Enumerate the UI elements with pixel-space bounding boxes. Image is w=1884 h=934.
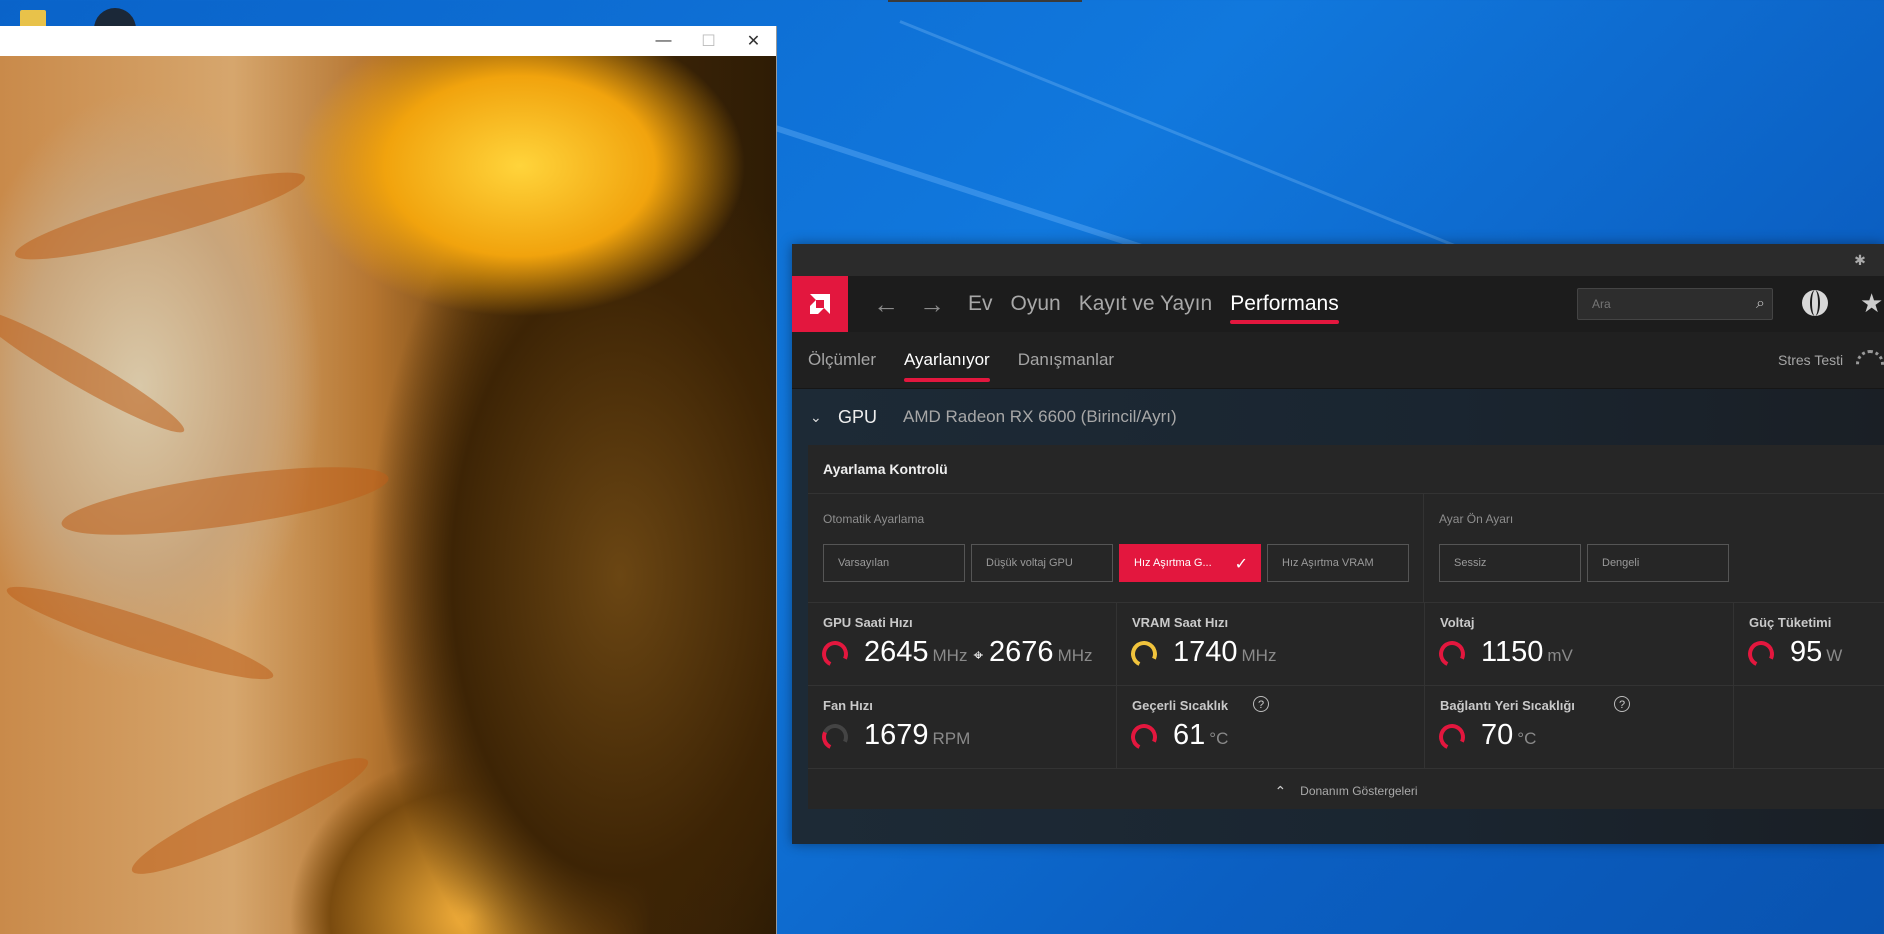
auto-tuning-section: Otomatik Ayarlama Varsayılan Düşük volta… — [808, 494, 1424, 603]
nav-item-kayit[interactable]: Kayıt ve Yayın — [1079, 276, 1212, 332]
vram-unit: MHz — [1241, 646, 1277, 665]
gauge-icon[interactable] — [1856, 350, 1884, 365]
junction-temp-metric: Bağlantı Yeri Sıcaklığı ? 70 °C — [1425, 686, 1734, 769]
nav-item-performans[interactable]: Performans — [1230, 276, 1339, 332]
voltage-unit: mV — [1547, 646, 1573, 665]
gpu-clock-unit2: MHz — [1057, 646, 1093, 665]
auto-tuning-title: Otomatik Ayarlama — [823, 512, 925, 526]
check-icon: ✓ — [1234, 556, 1248, 573]
help-icon[interactable]: ? — [1253, 696, 1269, 712]
overclock-gpu-button[interactable]: Hız Aşırtma G... ✓ — [1119, 544, 1261, 582]
temperature-metric: Geçerli Sıcaklık ? 61 °C — [1117, 686, 1425, 769]
back-arrow-icon[interactable]: ← — [868, 289, 904, 320]
default-button[interactable]: Varsayılan — [823, 544, 965, 582]
power-unit: W — [1826, 646, 1843, 665]
junction-gauge-icon — [1435, 720, 1469, 754]
maximize-icon[interactable]: ☐ — [686, 26, 731, 56]
forward-arrow-icon[interactable]: → — [914, 289, 950, 320]
vram-number: 1740 — [1173, 636, 1238, 668]
search-input[interactable] — [1578, 296, 1749, 312]
vram-clock-metric: VRAM Saat Hızı 1740 MHz — [1117, 603, 1425, 686]
temp-value: 61 °C — [1173, 719, 1228, 752]
temp-unit: °C — [1209, 729, 1229, 748]
empty-metric-slot — [1734, 686, 1884, 769]
voltage-label: Voltaj — [1440, 615, 1475, 630]
hardware-indicators-toggle[interactable]: ⌃ Donanım Göstergeleri — [808, 773, 1884, 809]
gpu-clock-metric: GPU Saati Hızı 2645 MHz ⌖ 2676 MHz — [808, 603, 1117, 686]
nav-item-ev[interactable]: Ev — [968, 276, 993, 332]
range-icon: ⌖ — [973, 646, 984, 665]
voltage-number: 1150 — [1481, 636, 1544, 668]
balanced-button[interactable]: Dengeli — [1587, 544, 1729, 582]
hardware-indicators-label: Donanım Göstergeleri — [1300, 784, 1418, 798]
amd-titlebar: ✱ — [792, 244, 1884, 276]
voltage-gauge-icon — [1435, 637, 1469, 671]
overclock-vram-button[interactable]: Hız Aşırtma VRAM — [1267, 544, 1409, 582]
search-box[interactable]: ⌕ — [1577, 288, 1773, 320]
power-value: 95 W — [1790, 636, 1842, 669]
fan-speed-metric: Fan Hızı 1679 RPM — [808, 686, 1117, 769]
temp-gauge-icon — [1127, 720, 1161, 754]
sub-nav: Ölçümler Ayarlanıyor Danışmanlar Stres T… — [792, 332, 1884, 389]
quiet-button[interactable]: Sessiz — [1439, 544, 1581, 582]
voltage-value: 1150 mV — [1481, 636, 1573, 669]
junction-unit: °C — [1517, 729, 1537, 748]
fan-number: 1679 — [864, 719, 929, 751]
bug-report-icon[interactable]: ✱ — [1852, 252, 1868, 268]
gpu-clock-min: 2645 — [864, 636, 929, 668]
preset-title: Ayar Ön Ayarı — [1439, 512, 1514, 526]
fan-label: Fan Hızı — [823, 698, 873, 713]
power-number: 95 — [1790, 636, 1823, 668]
panel-title: Ayarlama Kontrolü — [808, 445, 1884, 494]
tuning-body: ⌄ GPU AMD Radeon RX 6600 (Birincil/Ayrı)… — [792, 389, 1884, 844]
gpu-label: GPU — [838, 406, 878, 427]
close-icon[interactable]: ✕ — [731, 26, 776, 56]
temp-label: Geçerli Sıcaklık — [1132, 698, 1229, 713]
nav-item-oyun[interactable]: Oyun — [1011, 276, 1061, 332]
gpu-header[interactable]: ⌄ GPU AMD Radeon RX 6600 (Birincil/Ayrı) — [792, 389, 1884, 445]
tab-olcumler[interactable]: Ölçümler — [808, 332, 876, 388]
voltage-metric: Voltaj 1150 mV — [1425, 603, 1734, 686]
minimize-icon[interactable]: — — [641, 26, 686, 56]
gpu-name: AMD Radeon RX 6600 (Birincil/Ayrı) — [903, 407, 1177, 426]
globe-icon[interactable] — [1802, 290, 1828, 316]
junction-value: 70 °C — [1481, 719, 1536, 752]
gpu-clock-gauge-icon — [818, 637, 852, 671]
image-viewer-window: — ☐ ✕ — [0, 26, 777, 934]
tab-danismanlar[interactable]: Danışmanlar — [1018, 332, 1114, 388]
tab-ayarlaniyor[interactable]: Ayarlanıyor — [904, 332, 990, 388]
power-gauge-icon — [1744, 637, 1778, 671]
chevron-up-icon: ⌃ — [1274, 782, 1287, 799]
main-nav: ← → Ev Oyun Kayıt ve Yayın Performans ⌕ … — [792, 276, 1884, 332]
power-metric: Güç Tüketimi 95 W — [1734, 603, 1884, 686]
stress-test-link[interactable]: Stres Testi — [1778, 332, 1843, 388]
chevron-down-icon[interactable]: ⌄ — [810, 409, 834, 426]
taskbar-edge — [888, 0, 1082, 2]
gpu-clock-max: 2676 — [989, 636, 1054, 668]
vram-clock-label: VRAM Saat Hızı — [1132, 615, 1229, 630]
power-label: Güç Tüketimi — [1749, 615, 1832, 630]
junction-label: Bağlantı Yeri Sıcaklığı — [1440, 698, 1575, 713]
undervolt-gpu-button[interactable]: Düşük voltaj GPU — [971, 544, 1113, 582]
overclock-gpu-label: Hız Aşırtma G... — [1134, 557, 1212, 569]
amd-software-window: ✱ ← → Ev Oyun Kayıt ve Yayın Performans … — [792, 244, 1884, 844]
vram-clock-value: 1740 MHz — [1173, 636, 1276, 669]
fan-unit: RPM — [932, 729, 971, 748]
temp-number: 61 — [1173, 719, 1206, 751]
amd-logo-icon[interactable] — [792, 276, 848, 332]
tuning-control-panel: Ayarlama Kontrolü Otomatik Ayarlama Vars… — [808, 445, 1884, 809]
fractal-image — [0, 56, 776, 934]
gpu-clock-value: 2645 MHz ⌖ 2676 MHz — [864, 636, 1093, 669]
vram-gauge-icon — [1127, 637, 1161, 671]
fan-gauge-icon — [818, 720, 852, 754]
tuning-preset-section: Ayar Ön Ayarı Sessiz Dengeli — [1424, 494, 1884, 603]
star-icon[interactable]: ★ — [1860, 288, 1883, 319]
help-icon[interactable]: ? — [1614, 696, 1630, 712]
gpu-clock-label: GPU Saati Hızı — [823, 615, 913, 630]
search-icon[interactable]: ⌕ — [1749, 295, 1772, 313]
gpu-clock-unit: MHz — [932, 646, 968, 665]
junction-number: 70 — [1481, 719, 1514, 751]
fan-value: 1679 RPM — [864, 719, 970, 752]
image-viewer-titlebar: — ☐ ✕ — [0, 26, 776, 56]
